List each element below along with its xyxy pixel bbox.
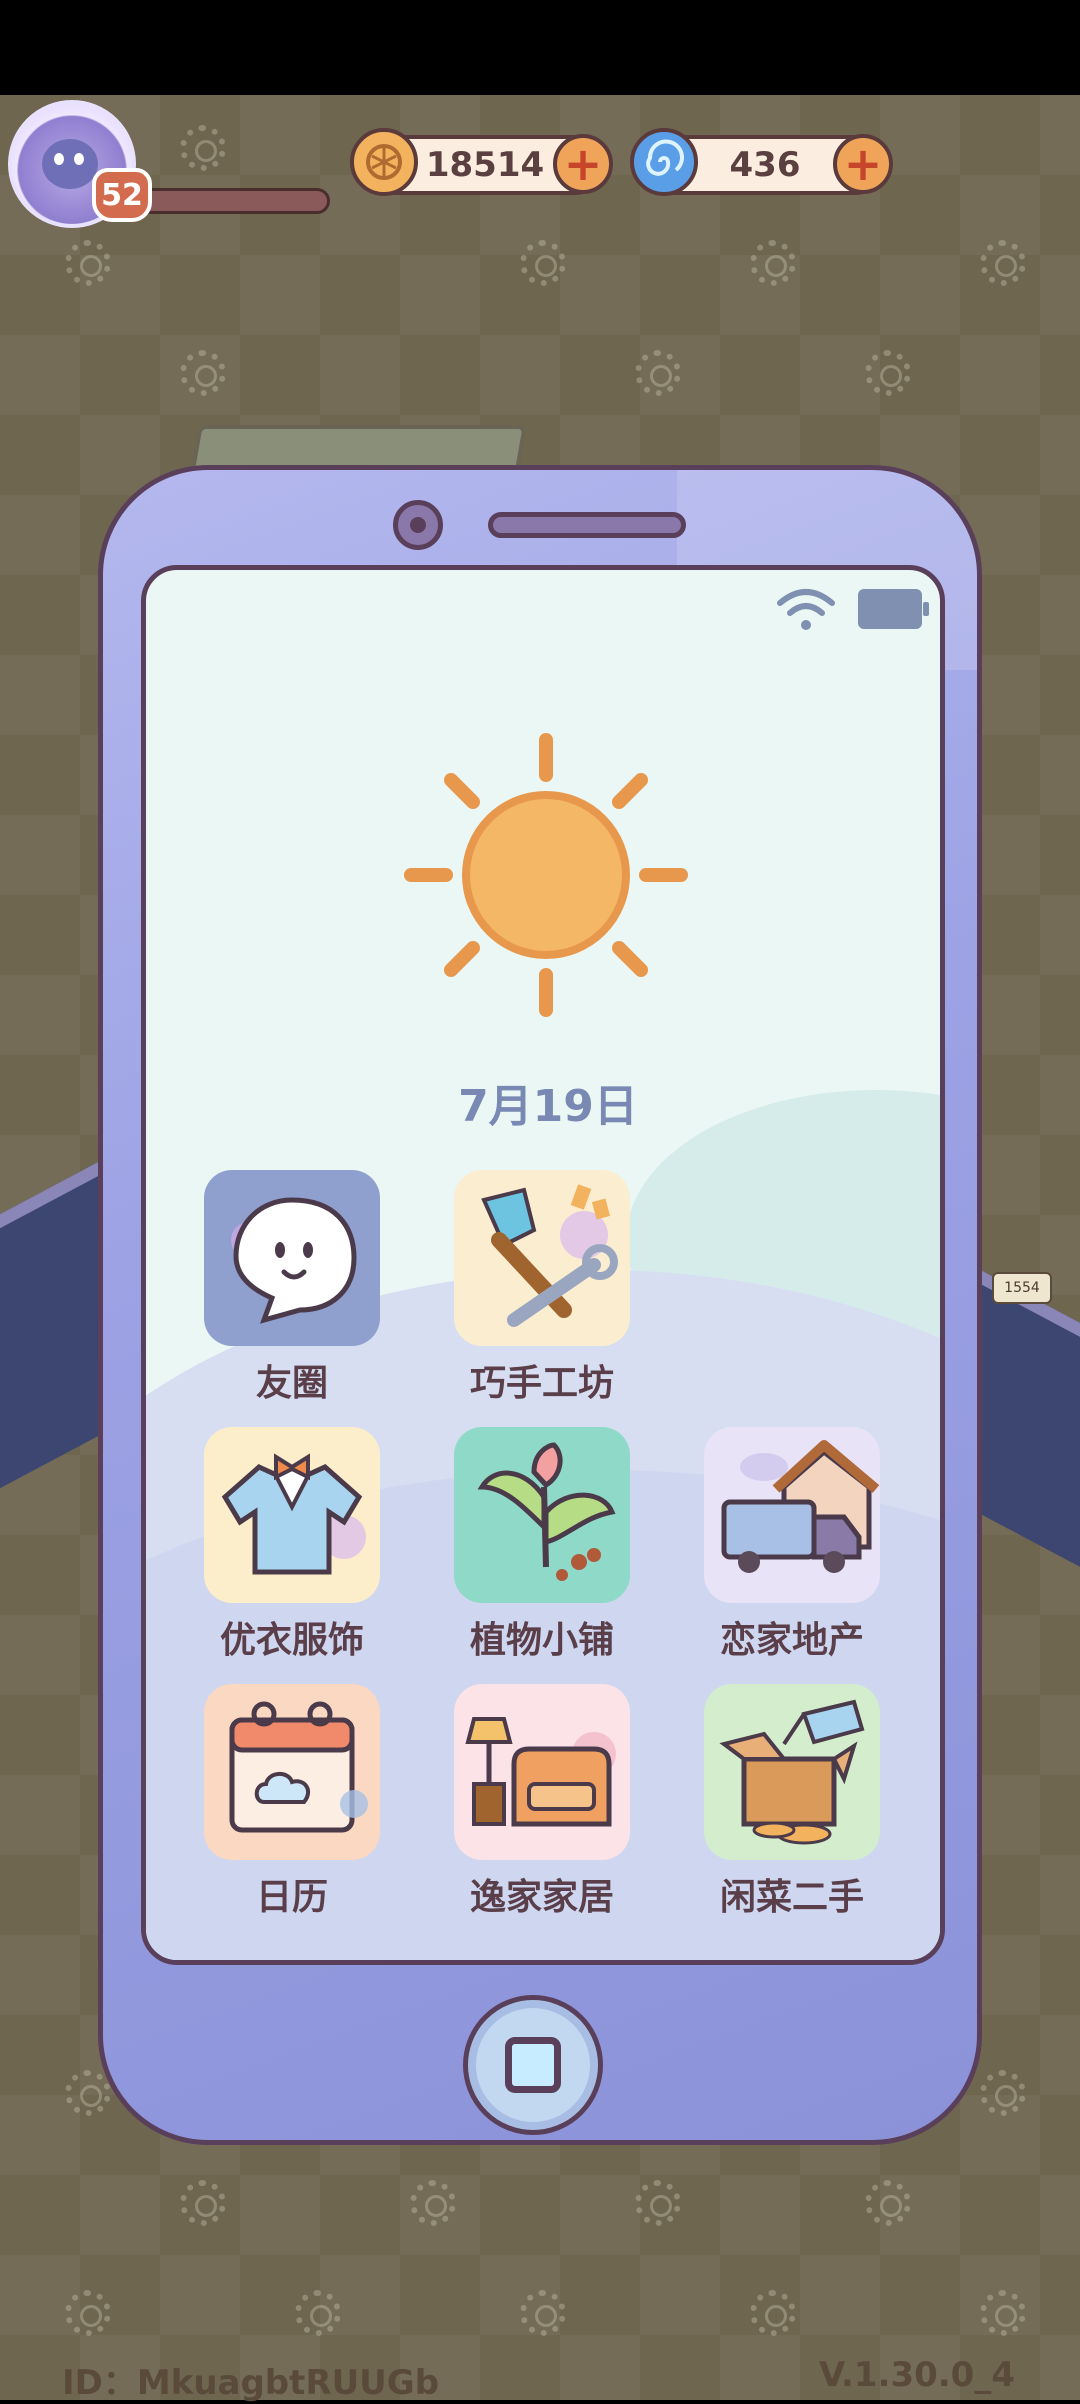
wifi-icon <box>777 589 835 630</box>
moving-truck-icon <box>704 1427 880 1603</box>
calendar-icon <box>204 1684 380 1860</box>
app-plant-shop[interactable]: 植物小铺 <box>452 1427 632 1663</box>
player-level-badge: 52 <box>92 168 152 222</box>
app-label: 闲菜二手 <box>719 1877 864 1918</box>
phone-screen: 7月19日 友圈 巧手工坊 优衣服饰 植物小铺 恋家地产 日历 逸家家居 闲菜二… <box>141 565 945 1965</box>
app-label: 植物小铺 <box>469 1620 614 1661</box>
swirl-gem-icon <box>630 128 698 196</box>
box-tag-icon <box>704 1684 880 1860</box>
battery-icon <box>858 589 929 629</box>
phone-speaker <box>488 512 686 538</box>
gear-icon <box>65 240 111 286</box>
app-label: 恋家地产 <box>719 1620 864 1661</box>
gear-icon <box>180 350 226 396</box>
app-label: 巧手工坊 <box>469 1363 614 1404</box>
app-home-furnishing[interactable]: 逸家家居 <box>452 1684 632 1920</box>
experience-bar <box>130 188 330 214</box>
app-calendar[interactable]: 日历 <box>202 1684 382 1920</box>
shirt-icon <box>204 1427 380 1603</box>
water-pond-left <box>0 1155 110 1489</box>
status-bar <box>774 585 929 633</box>
app-label: 友圈 <box>255 1363 328 1404</box>
app-craft-workshop[interactable]: 巧手工坊 <box>452 1170 632 1406</box>
plant-icon <box>454 1427 630 1603</box>
version-label: V.1.30.0_4 <box>819 2355 1015 2395</box>
gear-icon <box>980 2290 1026 2336</box>
gear-icon <box>980 240 1026 286</box>
gear-icon <box>65 2290 111 2336</box>
phone-home-button[interactable] <box>463 1995 603 2135</box>
water-pond-right <box>975 1267 1080 1567</box>
gear-icon <box>750 240 796 286</box>
gear-icon <box>980 2070 1026 2116</box>
gear-icon <box>635 350 681 396</box>
brush-wrench-icon <box>454 1170 630 1346</box>
app-secondhand-market[interactable]: 闲菜二手 <box>702 1684 882 1920</box>
app-friends-circle[interactable]: 友圈 <box>202 1170 382 1406</box>
gear-icon <box>180 125 226 171</box>
gear-icon <box>410 2180 456 2226</box>
world-signpost[interactable]: 1554 <box>992 1272 1052 1304</box>
gear-icon <box>635 2180 681 2226</box>
phone-device: 7月19日 友圈 巧手工坊 优衣服饰 植物小铺 恋家地产 日历 逸家家居 闲菜二… <box>98 465 982 2145</box>
sofa-lamp-icon <box>454 1684 630 1860</box>
gear-icon <box>520 2290 566 2336</box>
chat-bubble-icon <box>204 1170 380 1346</box>
add-coins-button[interactable]: + <box>553 134 613 194</box>
gear-icon <box>295 2290 341 2336</box>
gear-icon <box>65 2070 111 2116</box>
gear-icon <box>865 2180 911 2226</box>
app-real-estate[interactable]: 恋家地产 <box>702 1427 882 1663</box>
app-label: 逸家家居 <box>469 1877 614 1918</box>
phone-camera <box>393 500 443 550</box>
avatar-character-icon <box>42 139 98 189</box>
date-label: 7月19日 <box>458 1081 638 1132</box>
gear-icon <box>750 2290 796 2336</box>
app-clothing-store[interactable]: 优衣服饰 <box>202 1427 382 1663</box>
coin-icon <box>350 128 418 196</box>
gear-icon <box>865 350 911 396</box>
add-gems-button[interactable]: + <box>833 134 893 194</box>
gear-icon <box>520 240 566 286</box>
sun-weather-icon <box>404 733 688 1017</box>
player-id-label: ID：MkuagbtRUUGb <box>62 2363 440 2403</box>
app-label: 优衣服饰 <box>219 1620 364 1661</box>
gear-icon <box>180 2180 226 2226</box>
app-label: 日历 <box>255 1877 328 1918</box>
